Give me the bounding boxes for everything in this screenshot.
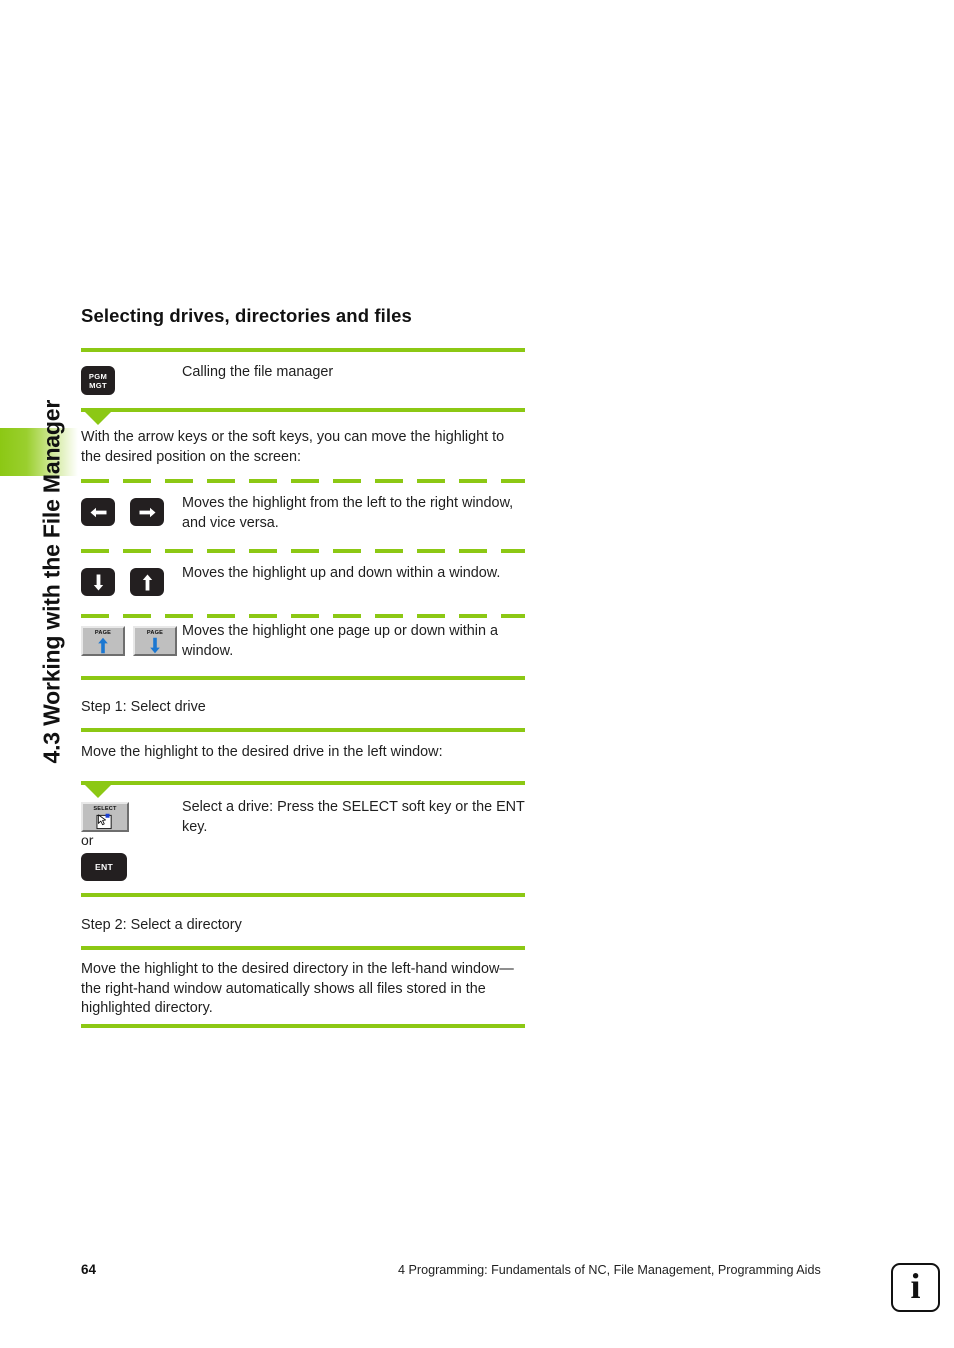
arrow-left-key[interactable] — [81, 498, 115, 526]
section-rule-step2-top — [81, 893, 525, 897]
section-rule-step1-top — [81, 676, 525, 680]
info-icon: i — [891, 1263, 940, 1312]
ent-key[interactable]: ENT — [81, 853, 127, 881]
arrow-up-key[interactable] — [130, 568, 164, 596]
page-down-key[interactable]: PAGE — [133, 626, 177, 656]
section-rule-step1-bottom — [81, 728, 525, 732]
page-keys-description: Moves the highlight one page up or down … — [182, 623, 499, 659]
section-rule-select-top — [81, 781, 525, 785]
info-icon-glyph: i — [910, 1265, 921, 1306]
page-title: Selecting drives, directories and files — [81, 305, 412, 326]
pgm-mgt-key-line1: PGM — [88, 371, 108, 381]
pgm-mgt-key[interactable]: PGM MGT — [81, 366, 115, 395]
dashed-rule-3 — [81, 614, 525, 618]
left-right-description: Moves the highlight from the left to the… — [182, 495, 514, 531]
section-rule-bottom — [81, 1024, 525, 1028]
step2-title: Step 2: Select a directory — [81, 917, 242, 933]
step1-title: Step 1: Select drive — [81, 699, 206, 715]
ent-key-label: ENT — [94, 861, 114, 872]
sidebar-chapter-title: 4.3 Working with the File Manager — [38, 399, 65, 764]
intro-paragraph: With the arrow keys or the soft keys, yo… — [81, 429, 505, 465]
footer-page-number: 64 — [81, 1262, 97, 1277]
dashed-rule-2 — [81, 549, 525, 553]
select-softkey[interactable]: SELECT — [81, 802, 129, 832]
select-description: Select a drive: Press the SELECT soft ke… — [182, 799, 525, 835]
dashed-rule-1 — [81, 479, 525, 483]
step2-paragraph: Move the highlight to the desired direct… — [81, 961, 514, 1016]
footer-chapter-title: 4 Programming: Fundamentals of NC, File … — [398, 1263, 821, 1277]
pgm-mgt-key-line2: MGT — [89, 380, 107, 390]
arrow-right-key[interactable] — [130, 498, 164, 526]
document-cursor-icon — [96, 813, 112, 830]
arrow-down-key[interactable] — [81, 568, 115, 596]
section-rule-step2-bottom — [81, 946, 525, 950]
select-softkey-label: SELECT — [93, 806, 117, 812]
section-arrow-marker — [85, 412, 111, 425]
pgm-mgt-description: Calling the file manager — [182, 364, 334, 380]
sidebar-running-head: 4.3 Working with the File Manager — [0, 0, 80, 1348]
page-down-key-label: PAGE — [146, 630, 164, 636]
section-rule-pgm-bottom — [81, 408, 525, 412]
section-rule-top — [81, 348, 525, 352]
step1-paragraph: Move the highlight to the desired drive … — [81, 744, 443, 760]
page-up-key[interactable]: PAGE — [81, 626, 125, 656]
page-up-key-label: PAGE — [94, 630, 112, 636]
or-label: or — [81, 832, 94, 848]
up-down-description: Moves the highlight up and down within a… — [182, 565, 501, 581]
section-arrow-marker-2 — [85, 785, 111, 798]
